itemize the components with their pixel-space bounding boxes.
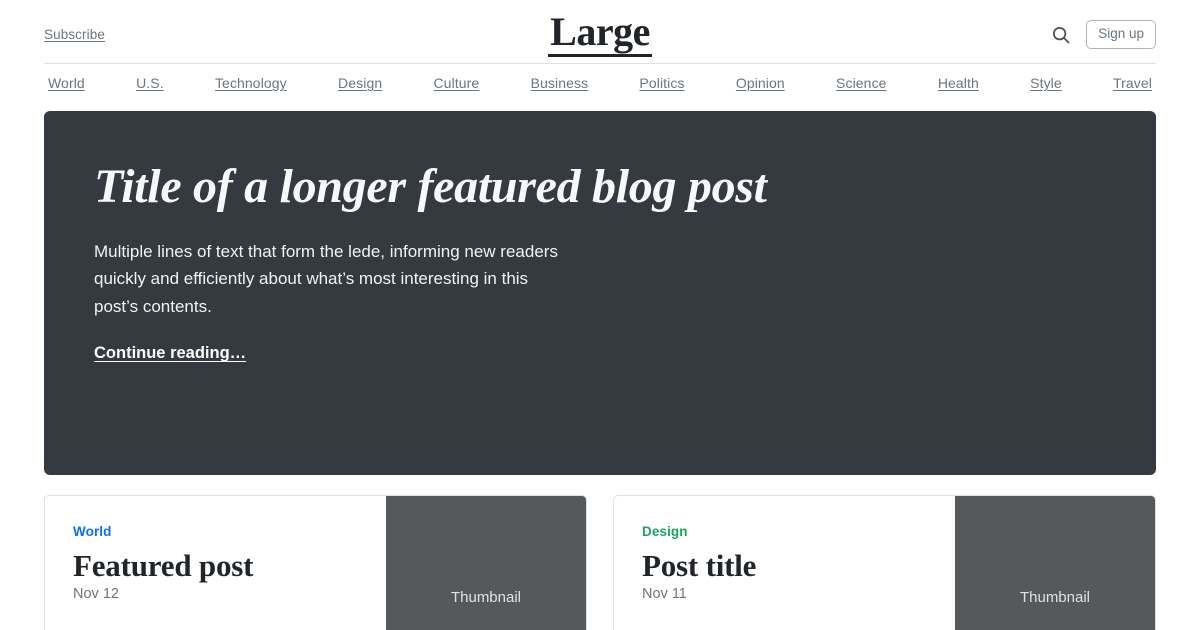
post-card-category[interactable]: World [73, 524, 386, 539]
continue-reading-link[interactable]: Continue reading… [94, 344, 246, 363]
category-nav: World U.S. Technology Design Culture Bus… [44, 64, 1156, 102]
post-card-category[interactable]: Design [642, 524, 955, 539]
nav-item-travel[interactable]: Travel [1113, 75, 1152, 91]
nav-item-design[interactable]: Design [338, 75, 382, 91]
post-card-world[interactable]: World Featured post Nov 12 Thumbnail [44, 495, 587, 630]
masthead-right: Sign up [896, 19, 1156, 50]
page-container: Subscribe Large Sign up World U.S. Techn… [44, 0, 1156, 630]
nav-item-culture[interactable]: Culture [433, 75, 479, 91]
nav-item-technology[interactable]: Technology [215, 75, 287, 91]
thumbnail-label: Thumbnail [1019, 589, 1091, 606]
nav-item-world[interactable]: World [48, 75, 85, 91]
nav-item-science[interactable]: Science [836, 75, 887, 91]
post-card-body: Design Post title Nov 11 [614, 496, 955, 630]
post-card-design[interactable]: Design Post title Nov 11 Thumbnail [613, 495, 1156, 630]
post-card-list: World Featured post Nov 12 Thumbnail Des… [44, 495, 1156, 630]
nav-item-health[interactable]: Health [938, 75, 979, 91]
thumbnail-label: Thumbnail [450, 589, 522, 606]
nav-item-business[interactable]: Business [531, 75, 589, 91]
post-card-title[interactable]: Post title [642, 548, 955, 584]
hero-lede: Multiple lines of text that form the led… [94, 241, 558, 316]
nav-item-us[interactable]: U.S. [136, 75, 164, 91]
hero-title: Title of a longer featured blog post [94, 160, 767, 213]
post-card-thumbnail: Thumbnail [386, 496, 586, 630]
post-card-date: Nov 12 [73, 585, 119, 602]
masthead-left: Subscribe [44, 27, 304, 42]
hero-jumbotron: Title of a longer featured blog post Mul… [44, 111, 1156, 475]
search-icon[interactable] [1050, 24, 1072, 46]
nav-item-opinion[interactable]: Opinion [736, 75, 785, 91]
hero-content: Title of a longer featured blog post Mul… [94, 159, 774, 363]
nav-item-style[interactable]: Style [1030, 75, 1062, 91]
signup-button[interactable]: Sign up [1086, 19, 1156, 50]
post-card-title[interactable]: Featured post [73, 548, 386, 584]
post-card-body: World Featured post Nov 12 [45, 496, 386, 630]
nav-item-politics[interactable]: Politics [639, 75, 684, 91]
post-card-date: Nov 11 [642, 585, 687, 602]
masthead: Subscribe Large Sign up [44, 0, 1156, 64]
subscribe-link[interactable]: Subscribe [44, 27, 105, 42]
blog-title[interactable]: Large [548, 12, 652, 57]
masthead-center: Large [304, 12, 896, 57]
post-card-thumbnail: Thumbnail [955, 496, 1155, 630]
